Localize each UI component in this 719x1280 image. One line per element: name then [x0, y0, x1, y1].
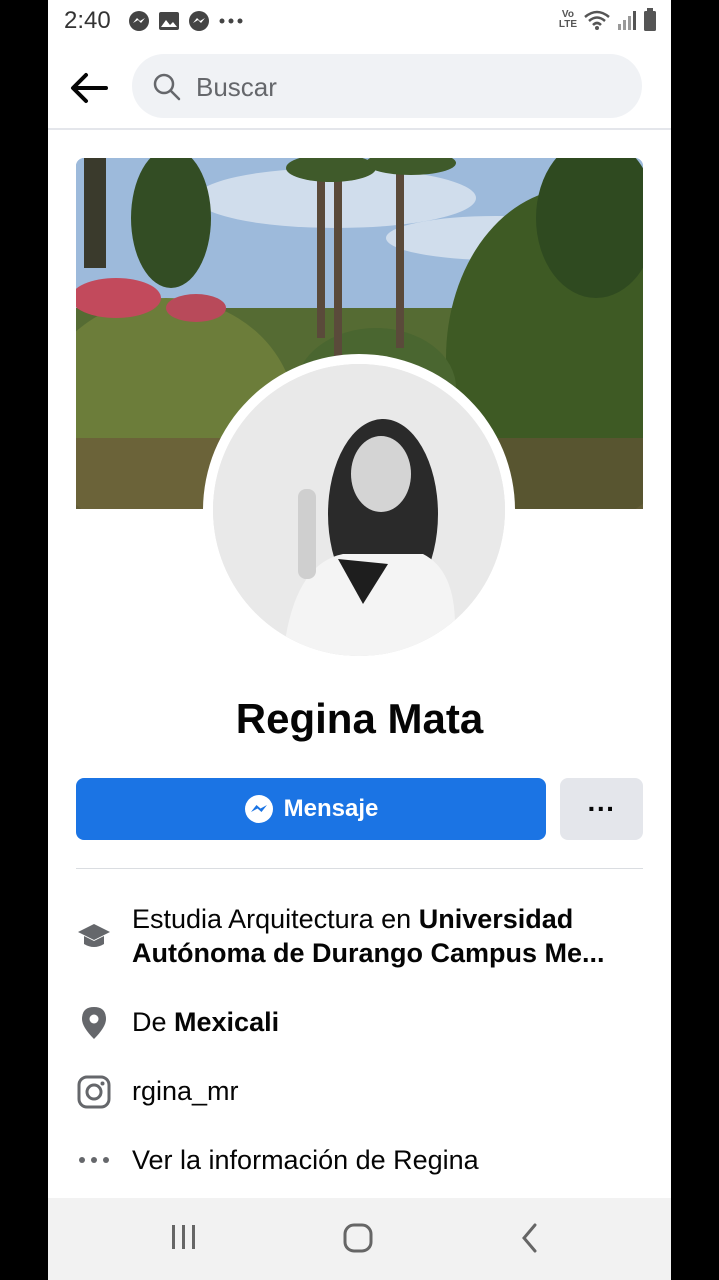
system-icons: Vo LTE: [559, 8, 657, 32]
see-more-text: Ver la información de Regina: [132, 1145, 479, 1175]
signal-icon: [618, 11, 636, 30]
search-header: [48, 44, 671, 130]
divider: [76, 868, 643, 869]
graduation-cap-icon: [78, 924, 110, 947]
education-prefix: Estudia Arquitectura en: [132, 904, 412, 934]
message-button-label: Mensaje: [283, 795, 379, 822]
status-time: 2:40: [64, 7, 111, 34]
education-text: Estudia Arquitectura en Universidad Autó…: [132, 902, 632, 970]
back-nav-icon[interactable]: [518, 1222, 542, 1254]
wifi-icon: [584, 10, 610, 30]
search-icon: [153, 73, 181, 101]
location-place[interactable]: Mexicali: [174, 1007, 279, 1037]
location-prefix: De: [132, 1007, 167, 1037]
search-bar[interactable]: [132, 54, 642, 118]
messenger-icon: [129, 11, 149, 31]
messenger-icon: [244, 795, 273, 823]
home-icon[interactable]: [342, 1222, 374, 1254]
profile-name: Regina Mata: [235, 695, 484, 742]
more-dots-icon: [79, 1157, 109, 1163]
profile-avatar[interactable]: [213, 364, 505, 656]
battery-icon: [644, 8, 656, 31]
instagram-icon: [77, 1075, 111, 1109]
recent-apps-icon[interactable]: [170, 1222, 198, 1252]
profile-photo: [213, 364, 505, 656]
back-arrow-icon[interactable]: [66, 64, 114, 112]
more-options-button[interactable]: ···: [560, 778, 643, 840]
more-options-icon: ···: [587, 793, 616, 824]
image-icon: [159, 12, 179, 30]
messenger-icon: [189, 11, 209, 31]
search-input[interactable]: [194, 66, 618, 108]
navigation-bar: [48, 1198, 671, 1280]
volte-icon: Vo LTE: [558, 9, 577, 30]
location-pin-icon: [82, 1007, 106, 1039]
message-button[interactable]: Mensaje: [76, 778, 546, 840]
notification-icons: [128, 10, 244, 32]
location-text: De Mexicali: [132, 1005, 632, 1039]
instagram-handle: rgina_mr: [132, 1076, 239, 1106]
status-bar: 2:40 Vo LTE: [48, 0, 671, 40]
profile-screen: 2:40 Vo LTE Buscar Regina Mata Mensaje ·…: [48, 0, 671, 1280]
more-dots-icon: [219, 18, 243, 24]
